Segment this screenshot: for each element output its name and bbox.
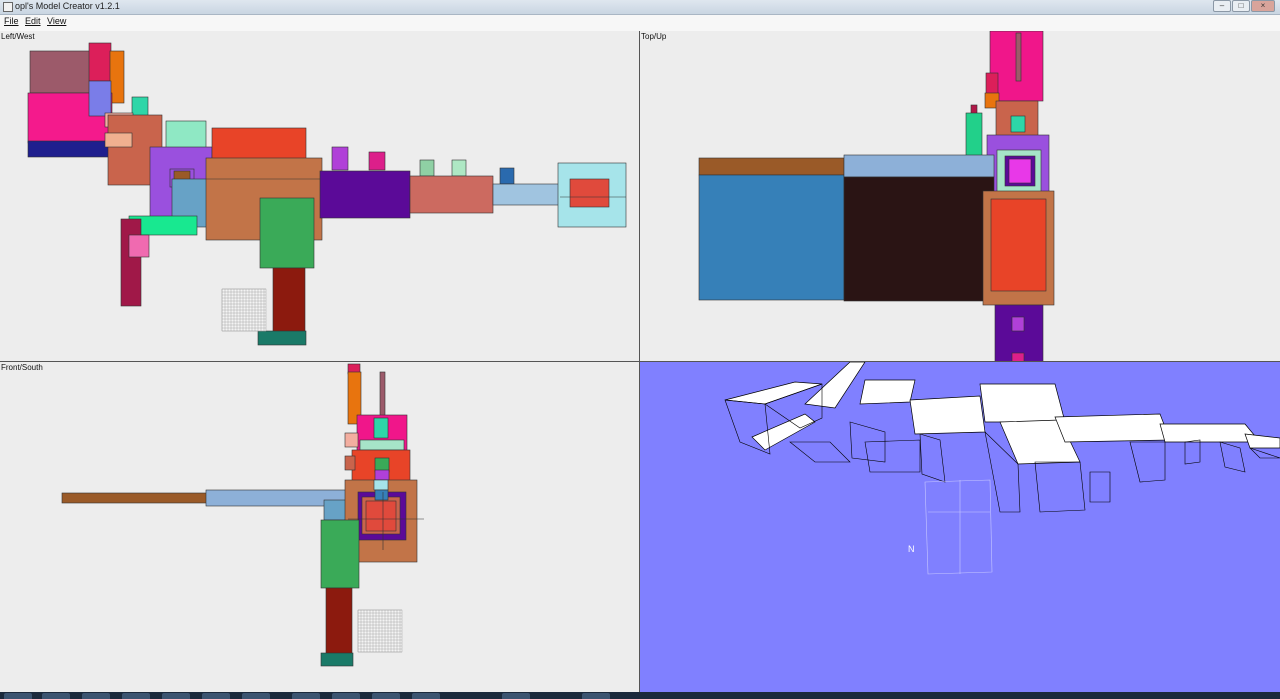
taskbar-icon[interactable] xyxy=(122,693,150,699)
texture-grid-left xyxy=(221,288,267,332)
front-south-canvas[interactable] xyxy=(0,362,640,692)
menu-view[interactable]: View xyxy=(47,16,66,26)
viewport-label-top-up: Top/Up xyxy=(641,32,667,41)
maximize-button[interactable]: □ xyxy=(1232,0,1250,12)
taskbar-icon[interactable] xyxy=(42,693,70,699)
taskbar-icon[interactable] xyxy=(502,693,530,699)
minimize-button[interactable]: – xyxy=(1213,0,1231,12)
texture-grid-front xyxy=(357,609,403,653)
app-icon xyxy=(3,2,13,12)
taskbar-icon[interactable] xyxy=(162,693,190,699)
menu-file[interactable]: File xyxy=(4,16,19,26)
left-west-canvas[interactable] xyxy=(0,31,640,362)
menu-bar: File Edit View xyxy=(0,15,1280,32)
window-title: opl's Model Creator v1.2.1 xyxy=(15,1,120,11)
title-bar: opl's Model Creator v1.2.1 – □ × xyxy=(0,0,1280,15)
taskbar-icon[interactable] xyxy=(242,693,270,699)
viewport-label-front-south: Front/South xyxy=(1,363,43,372)
north-marker: N xyxy=(908,544,915,554)
taskbar-icon[interactable] xyxy=(372,693,400,699)
taskbar-icon[interactable] xyxy=(582,693,610,699)
close-button[interactable]: × xyxy=(1251,0,1275,12)
taskbar-icon[interactable] xyxy=(292,693,320,699)
viewport-label-left-west: Left/West xyxy=(1,32,35,41)
viewport-front-south[interactable]: Front/South xyxy=(0,362,640,692)
viewport-top-up[interactable]: Top/Up xyxy=(640,31,1280,362)
viewport-perspective[interactable]: N xyxy=(640,362,1280,692)
start-button[interactable] xyxy=(4,693,32,699)
taskbar-icon[interactable] xyxy=(412,693,440,699)
taskbar xyxy=(0,692,1280,699)
perspective-canvas[interactable]: N xyxy=(640,362,1280,692)
viewport-left-west[interactable]: Left/West xyxy=(0,31,640,362)
taskbar-icon[interactable] xyxy=(82,693,110,699)
taskbar-icon[interactable] xyxy=(202,693,230,699)
window-controls: – □ × xyxy=(1213,0,1277,13)
top-up-canvas[interactable] xyxy=(640,31,1280,362)
taskbar-icon[interactable] xyxy=(332,693,360,699)
menu-edit[interactable]: Edit xyxy=(25,16,41,26)
